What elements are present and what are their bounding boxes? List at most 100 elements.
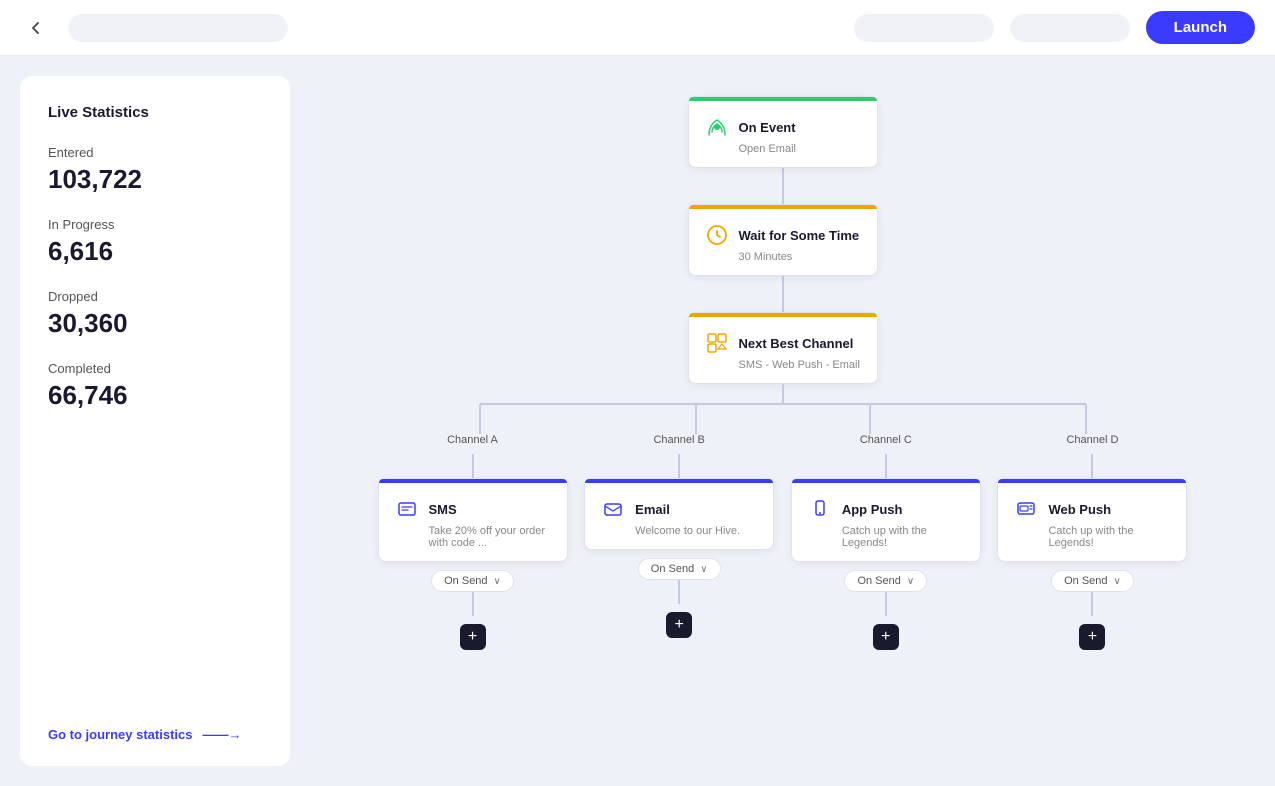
sms-on-send[interactable]: On Send ∨ bbox=[431, 570, 514, 592]
email-title: Email bbox=[635, 502, 670, 517]
app-push-header: App Push bbox=[806, 495, 966, 523]
branch-c-v-connector bbox=[885, 454, 887, 478]
app-push-chevron-icon: ∨ bbox=[907, 576, 914, 587]
branch-d-v-connector bbox=[1091, 454, 1093, 478]
stat-completed-value: 66,746 bbox=[48, 380, 262, 411]
app-push-subtitle: Catch up with the Legends! bbox=[842, 525, 966, 549]
sms-top-bar bbox=[379, 479, 567, 483]
web-push-chevron-icon: ∨ bbox=[1114, 576, 1121, 587]
sms-add-button[interactable]: + bbox=[460, 624, 486, 650]
app-push-add-button[interactable]: + bbox=[873, 624, 899, 650]
on-event-title: On Event bbox=[739, 120, 796, 135]
sms-node[interactable]: SMS Take 20% off your order with code ..… bbox=[378, 478, 568, 562]
app-push-on-send[interactable]: On Send ∨ bbox=[844, 570, 927, 592]
branch-d-label: Channel D bbox=[1066, 434, 1118, 446]
on-event-top-bar bbox=[689, 97, 877, 101]
branch-c-label: Channel C bbox=[860, 434, 912, 446]
branch-c-v-connector-2 bbox=[885, 592, 887, 616]
wait-icon bbox=[703, 221, 731, 249]
launch-button[interactable]: Launch bbox=[1146, 11, 1255, 44]
header: Launch bbox=[0, 0, 1275, 56]
branch-a-v-connector-2 bbox=[472, 592, 474, 616]
back-button[interactable] bbox=[20, 12, 52, 44]
connector-2-3 bbox=[782, 276, 784, 312]
sms-subtitle: Take 20% off your order with code ... bbox=[429, 525, 553, 549]
canvas-inner: On Event Open Email bbox=[310, 76, 1255, 766]
stat-completed: Completed 66,746 bbox=[48, 361, 262, 411]
stat-in-progress: In Progress 6,616 bbox=[48, 217, 262, 267]
header-title-pill bbox=[68, 14, 288, 42]
flow-canvas: On Event Open Email bbox=[310, 76, 1255, 766]
sidebar-title: Live Statistics bbox=[48, 104, 262, 121]
branch-svg bbox=[373, 384, 1193, 434]
sms-on-send-label: On Send bbox=[444, 575, 487, 587]
stat-dropped: Dropped 30,360 bbox=[48, 289, 262, 339]
main-area: Live Statistics Entered 103,722 In Progr… bbox=[0, 56, 1275, 786]
header-action-pill-2[interactable] bbox=[1010, 14, 1130, 42]
branch-b: Channel B Email bbox=[579, 434, 779, 638]
branch-a-v-connector bbox=[472, 454, 474, 478]
sidebar: Live Statistics Entered 103,722 In Progr… bbox=[20, 76, 290, 766]
go-journey-arrow: ——→ bbox=[202, 727, 241, 742]
branch-b-label: Channel B bbox=[653, 434, 704, 446]
email-node[interactable]: Email Welcome to our Hive. bbox=[584, 478, 774, 550]
next-best-top-bar bbox=[689, 313, 877, 317]
email-subtitle: Welcome to our Hive. bbox=[635, 525, 759, 537]
on-event-subtitle: Open Email bbox=[739, 143, 863, 155]
next-best-subtitle: SMS - Web Push - Email bbox=[739, 359, 863, 371]
go-journey-label: Go to journey statistics bbox=[48, 727, 192, 742]
email-top-bar bbox=[585, 479, 773, 483]
next-best-icon bbox=[703, 329, 731, 357]
wait-header: Wait for Some Time bbox=[703, 221, 863, 249]
next-best-node[interactable]: Next Best Channel SMS - Web Push - Email bbox=[688, 312, 878, 384]
branch-connector bbox=[373, 384, 1193, 434]
email-on-send[interactable]: On Send ∨ bbox=[638, 558, 721, 580]
stat-in-progress-value: 6,616 bbox=[48, 236, 262, 267]
web-push-add-button[interactable]: + bbox=[1079, 624, 1105, 650]
web-push-on-send[interactable]: On Send ∨ bbox=[1051, 570, 1134, 592]
wait-subtitle: 30 Minutes bbox=[739, 251, 863, 263]
stat-in-progress-label: In Progress bbox=[48, 217, 262, 232]
email-header: Email bbox=[599, 495, 759, 523]
branch-a-label: Channel A bbox=[447, 434, 498, 446]
branch-c: Channel C App Push bbox=[786, 434, 986, 650]
branch-b-v-connector-2 bbox=[678, 580, 680, 604]
email-chevron-icon: ∨ bbox=[700, 564, 707, 575]
app-push-top-bar bbox=[792, 479, 980, 483]
stat-dropped-label: Dropped bbox=[48, 289, 262, 304]
on-event-node[interactable]: On Event Open Email bbox=[688, 96, 878, 168]
stat-dropped-value: 30,360 bbox=[48, 308, 262, 339]
branch-b-v-connector bbox=[678, 454, 680, 478]
email-add-button[interactable]: + bbox=[666, 612, 692, 638]
stat-completed-label: Completed bbox=[48, 361, 262, 376]
next-best-title: Next Best Channel bbox=[739, 336, 854, 351]
wait-node[interactable]: Wait for Some Time 30 Minutes bbox=[688, 204, 878, 276]
sms-header: SMS bbox=[393, 495, 553, 523]
wait-top-bar bbox=[689, 205, 877, 209]
web-push-on-send-label: On Send bbox=[1064, 575, 1107, 587]
stat-entered-label: Entered bbox=[48, 145, 262, 160]
branch-d: Channel D bbox=[992, 434, 1192, 650]
stat-entered-value: 103,722 bbox=[48, 164, 262, 195]
sms-icon bbox=[393, 495, 421, 523]
web-push-node[interactable]: Web Push Catch up with the Legends! bbox=[997, 478, 1187, 562]
app-push-on-send-label: On Send bbox=[857, 575, 900, 587]
email-icon bbox=[599, 495, 627, 523]
app-push-node[interactable]: App Push Catch up with the Legends! bbox=[791, 478, 981, 562]
sms-title: SMS bbox=[429, 502, 457, 517]
web-push-top-bar bbox=[998, 479, 1186, 483]
on-event-icon bbox=[703, 113, 731, 141]
branch-d-v-connector-2 bbox=[1091, 592, 1093, 616]
go-journey-link[interactable]: Go to journey statistics ——→ bbox=[48, 727, 262, 742]
wait-title: Wait for Some Time bbox=[739, 228, 860, 243]
web-push-subtitle: Catch up with the Legends! bbox=[1048, 525, 1172, 549]
app-push-icon bbox=[806, 495, 834, 523]
web-push-title: Web Push bbox=[1048, 502, 1111, 517]
stat-entered: Entered 103,722 bbox=[48, 145, 262, 195]
header-action-pill-1[interactable] bbox=[854, 14, 994, 42]
branch-a: Channel A SMS bbox=[373, 434, 573, 650]
next-best-header: Next Best Channel bbox=[703, 329, 863, 357]
web-push-header: Web Push bbox=[1012, 495, 1172, 523]
email-on-send-label: On Send bbox=[651, 563, 694, 575]
on-event-header: On Event bbox=[703, 113, 863, 141]
